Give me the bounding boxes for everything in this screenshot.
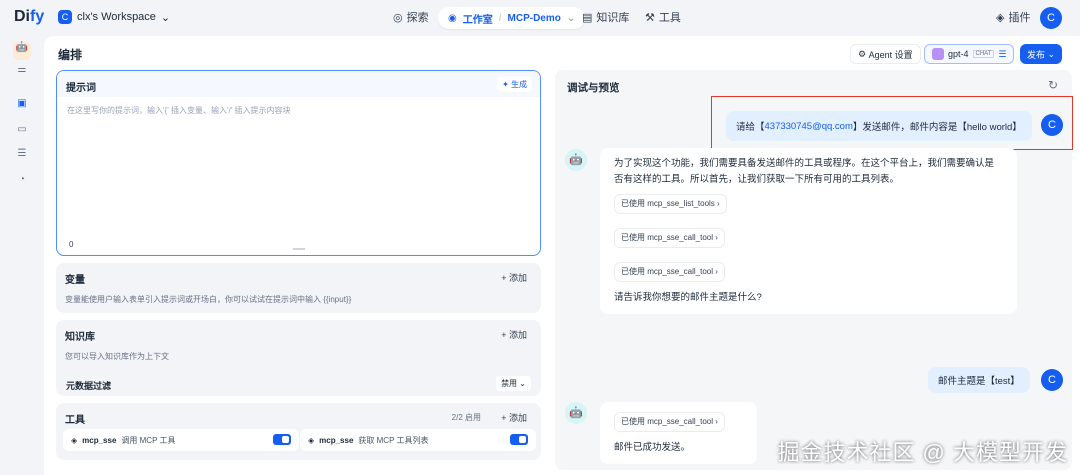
user-avatar: C: [1041, 114, 1063, 136]
orchestrate-icon[interactable]: ▣: [14, 98, 30, 114]
top-nav: Dify Cclx's Workspace ⌄ ◎ 探索 ◉ 工作室 / MCP-Demo…: [0, 0, 1080, 36]
plugin-icon: ◈: [996, 11, 1005, 24]
variables-section: 变量 + 添加 变量能使用户输入表单引入提示词或开场白，你可以试试在提示词中输入…: [56, 263, 541, 313]
app-icon[interactable]: 🤖: [13, 42, 31, 60]
logs-icon[interactable]: ☰: [14, 148, 30, 164]
tool-used-badge[interactable]: 已使用 mcp_sse_list_tools ›: [614, 194, 727, 214]
generate-button[interactable]: ✦ 生成: [497, 77, 532, 92]
tools-section: 工具 2/2 启用 + 添加 ◈ mcp_sse 调用 MCP 工具 ◈ mcp_ss…: [56, 403, 541, 460]
terminal-icon[interactable]: ▭: [14, 124, 30, 140]
sliders-icon: ☰: [998, 48, 1007, 59]
nav-tools[interactable]: ⚒ 工具: [645, 9, 681, 25]
main-panel: 编排 ⚙ Agent 设置 gpt-4 CHAT ☰ 发布 ⌄ 提示词 ✦ 生成 在…: [44, 36, 1080, 475]
prompt-placeholder[interactable]: 在这里写你的提示词，输入'{' 插入变量、输入'/' 插入提示内容块: [67, 105, 290, 116]
tool-toggle[interactable]: [510, 434, 528, 445]
model-selector[interactable]: gpt-4 CHAT ☰: [924, 44, 1015, 64]
tool-toggle[interactable]: [273, 434, 291, 445]
tool-item[interactable]: ◈ mcp_sse 获取 MCP 工具列表: [300, 429, 536, 451]
metadata-filter-select[interactable]: 禁用 ⌄: [496, 376, 531, 391]
bot-avatar: 🤖: [565, 402, 587, 424]
gear-icon: ⚙: [858, 48, 869, 59]
char-count: 0: [69, 240, 74, 249]
nav-plugins[interactable]: ◈ 插件: [996, 9, 1030, 25]
refresh-icon[interactable]: ↻: [1048, 78, 1058, 92]
prompt-editor[interactable]: 提示词 ✦ 生成 在这里写你的提示词，输入'{' 插入变量、输入'/' 插入提示…: [56, 70, 541, 256]
mcp-icon: ◈: [308, 435, 315, 445]
watermark: 掘金技术社区 @ 大模型开发: [777, 440, 1068, 465]
openai-icon: [932, 48, 944, 60]
page-title: 编排: [58, 48, 83, 62]
resize-handle[interactable]: [293, 248, 305, 250]
prompt-label: 提示词: [66, 83, 96, 94]
tool-used-badge[interactable]: 已使用 mcp_sse_call_tool ›: [614, 412, 725, 432]
email-link[interactable]: 437330745@qq.com: [765, 121, 853, 132]
tool-used-badge[interactable]: 已使用 mcp_sse_call_tool ›: [614, 228, 725, 248]
user-message: 请给【 437330745@qq.com 】发送邮件，邮件内容是【hello wor…: [726, 111, 1032, 141]
compass-icon: ◎: [393, 11, 403, 24]
tool-used-badge[interactable]: 已使用 mcp_sse_call_tool ›: [614, 262, 725, 282]
workspace-selector[interactable]: Cclx's Workspace ⌄: [58, 10, 170, 24]
user-message: 邮件主题是【test】: [928, 367, 1030, 393]
add-variable-button[interactable]: + 添加: [501, 271, 527, 284]
add-tool-button[interactable]: + 添加: [501, 411, 527, 424]
app-selector[interactable]: MCP-Demo: [508, 13, 561, 24]
assistant-message: 为了实现这个功能，我们需要具备发送邮件的工具或程序。在这个平台上，我们需要确认是…: [600, 148, 1017, 314]
dify-logo[interactable]: Dify: [14, 8, 44, 26]
book-icon: ▤: [582, 11, 593, 24]
add-knowledge-button[interactable]: + 添加: [501, 328, 527, 341]
knowledge-section: 知识库 + 添加 您可以导入知识库作为上下文 元数据过滤 禁用 ⌄: [56, 320, 541, 396]
monitor-icon[interactable]: ◔: [14, 174, 30, 190]
nav-explore[interactable]: ◎ 探索: [393, 9, 429, 25]
bot-avatar: 🤖: [565, 149, 587, 171]
agent-settings-button[interactable]: ⚙ Agent 设置: [850, 44, 921, 64]
mcp-icon: ◈: [71, 435, 78, 445]
robot-icon: ◉: [448, 12, 457, 24]
settings-sliders-icon[interactable]: ⚌: [14, 64, 30, 80]
user-avatar[interactable]: C: [1040, 7, 1062, 29]
assistant-message: 已使用 mcp_sse_call_tool › 邮件已成功发送。: [600, 402, 757, 464]
user-avatar: C: [1041, 369, 1063, 391]
chevron-down-icon: ⌄: [160, 11, 171, 24]
publish-button[interactable]: 发布 ⌄: [1020, 44, 1063, 64]
nav-knowledge[interactable]: ▤ 知识库: [582, 9, 629, 25]
debug-preview-panel: 调试与预览 ↻ 请给【 437330745@qq.com 】发送邮件，邮件内容是【h…: [555, 70, 1073, 470]
nav-studio[interactable]: ◉ 工作室 / MCP-Demo ⌄: [438, 7, 586, 29]
sidebar: 🤖 ⚌ ▣ ▭ ☰ ◔: [0, 36, 44, 475]
tool-item[interactable]: ◈ mcp_sse 调用 MCP 工具: [63, 429, 299, 451]
tool-icon: ⚒: [645, 11, 655, 24]
